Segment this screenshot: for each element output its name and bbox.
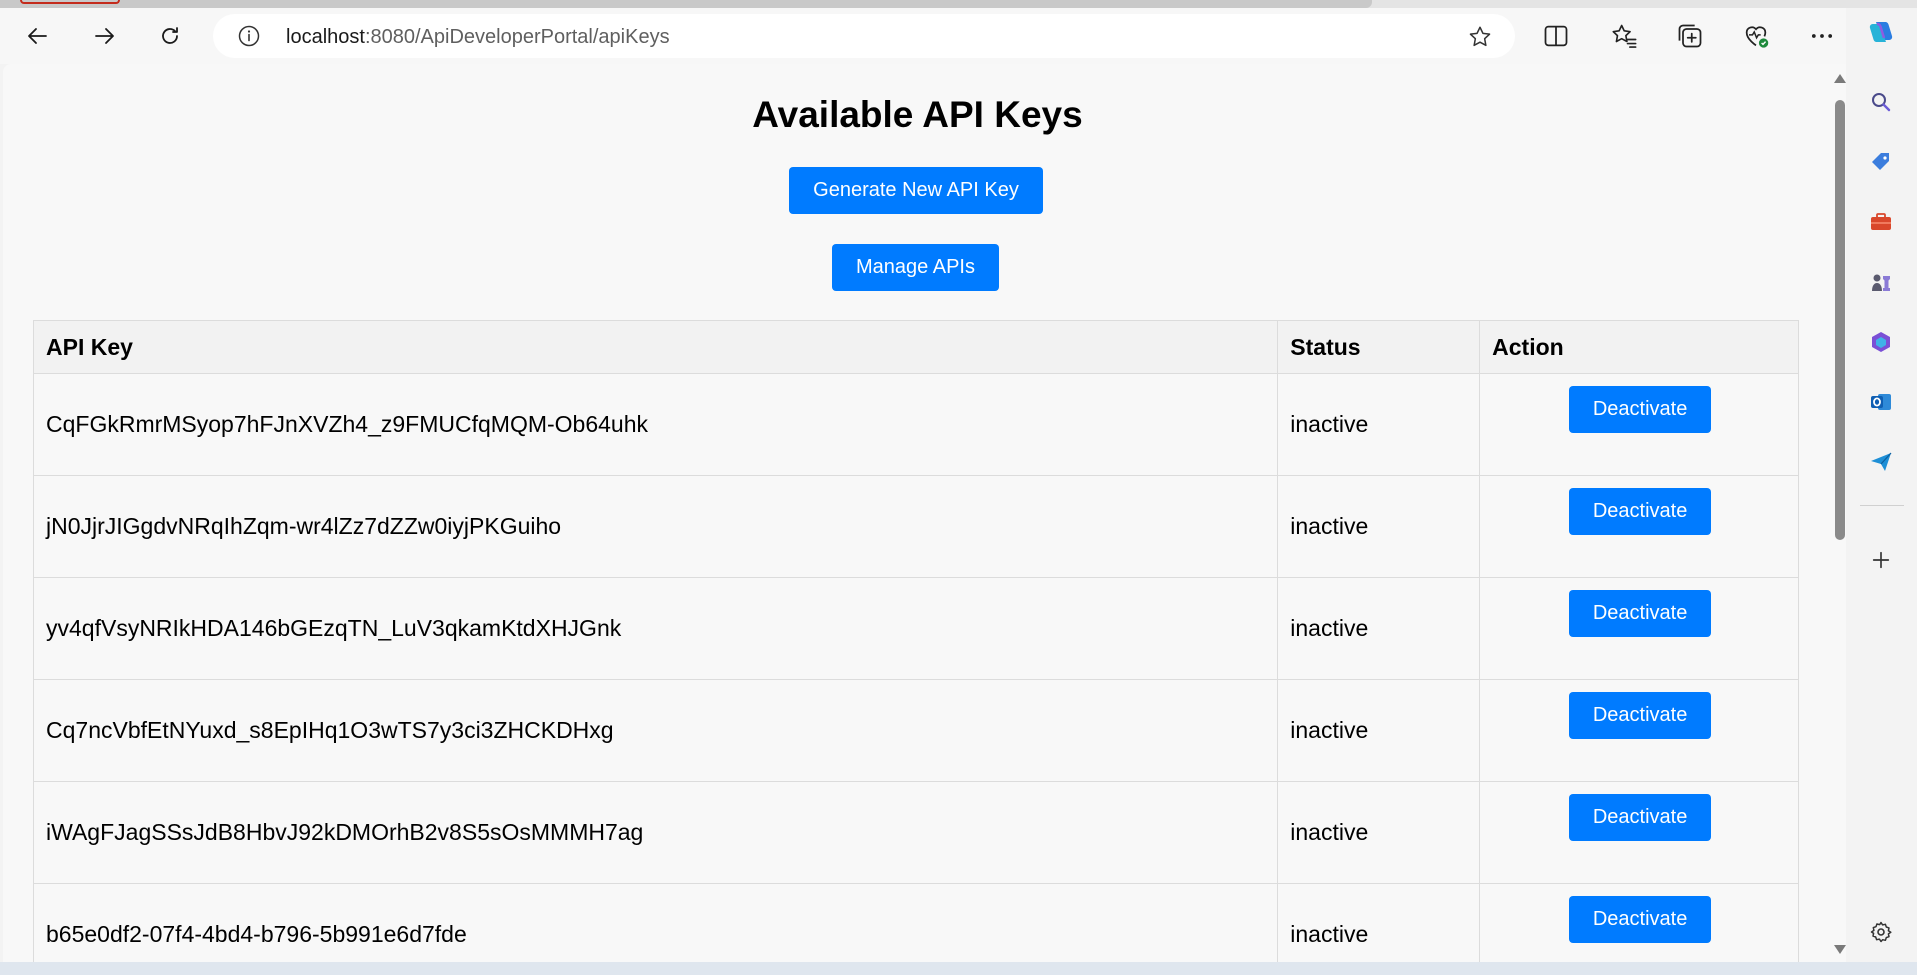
status-cell: inactive — [1277, 577, 1481, 680]
copilot-icon — [1869, 22, 1893, 42]
favorites-icon[interactable] — [1610, 22, 1638, 50]
copilot-button[interactable] — [1867, 18, 1895, 46]
back-arrow-icon — [28, 28, 47, 44]
deactivate-button[interactable]: Deactivate — [1569, 386, 1712, 433]
plus-icon — [1872, 551, 1890, 569]
api-key-cell: b65e0df2-07f4-4bd4-b796-5b991e6d7fde — [32, 883, 1279, 962]
os-taskbar — [0, 962, 1917, 975]
column-header-action: Action — [1479, 320, 1799, 374]
sidebar-tools-button[interactable] — [1867, 208, 1895, 236]
api-key-cell: yv4qfVsyNRIkHDA146bGEzqTN_LuV3qkamKtdXHJ… — [32, 577, 1279, 680]
vertical-scrollbar[interactable] — [1832, 64, 1846, 962]
sidebar-add-button[interactable] — [1867, 546, 1895, 574]
sidebar-shopping-button[interactable] — [1867, 148, 1895, 176]
outlook-icon — [1871, 394, 1891, 410]
deactivate-button[interactable]: Deactivate — [1569, 794, 1712, 841]
site-info-icon[interactable] — [237, 24, 261, 48]
api-key-cell: Cq7ncVbfEtNYuxd_s8EpIHq1O3wTS7y3ci3ZHCKD… — [32, 679, 1279, 782]
api-key-cell: jN0JjrJIGgdvNRqIhZqm-wr4lZz7dZZw0iyjPKGu… — [32, 475, 1279, 578]
table-row: CqFGkRmrMSyop7hFJnXVZh4_z9FMUCfqMQM-Ob64… — [32, 373, 1799, 476]
status-cell: inactive — [1277, 679, 1481, 782]
api-key-cell: iWAgFJagSSsJdB8HbvJ92kDMOrhB2v8S5sOsMMMH… — [32, 781, 1279, 884]
browser-toolbar: localhost:8080/ApiDeveloperPortal/apiKey… — [0, 8, 1917, 64]
active-tab[interactable] — [0, 0, 1372, 8]
sidebar-send-button[interactable] — [1867, 448, 1895, 476]
table-row: b65e0df2-07f4-4bd4-b796-5b991e6d7fde ina… — [32, 883, 1799, 962]
search-icon — [1872, 93, 1891, 112]
status-cell: inactive — [1277, 475, 1481, 578]
url-text[interactable]: localhost:8080/ApiDeveloperPortal/apiKey… — [286, 26, 670, 49]
split-screen-icon[interactable] — [1542, 22, 1570, 50]
edge-sidebar — [1846, 8, 1917, 962]
scroll-up-arrow-icon[interactable] — [1834, 74, 1846, 83]
tab-strip — [0, 0, 1917, 8]
table-header-row: API Key Status Action — [32, 320, 1799, 374]
refresh-button[interactable] — [152, 18, 188, 54]
deactivate-button[interactable]: Deactivate — [1569, 692, 1712, 739]
page-viewport: Available API Keys Generate New API Key … — [3, 64, 1832, 962]
scrollbar-thumb[interactable] — [1835, 100, 1845, 540]
forward-button[interactable] — [86, 18, 122, 54]
favorite-star-icon[interactable] — [1467, 24, 1493, 50]
status-cell: inactive — [1277, 883, 1481, 962]
more-options-icon[interactable] — [1808, 22, 1836, 50]
shopping-tag-icon — [1872, 153, 1889, 170]
deactivate-button[interactable]: Deactivate — [1569, 896, 1712, 943]
table-row: yv4qfVsyNRIkHDA146bGEzqTN_LuV3qkamKtdXHJ… — [32, 577, 1799, 680]
sidebar-games-button[interactable] — [1867, 268, 1895, 296]
scroll-down-arrow-icon[interactable] — [1834, 945, 1846, 954]
collections-icon[interactable] — [1676, 22, 1704, 50]
status-cell: inactive — [1277, 373, 1481, 476]
send-plane-icon — [1871, 452, 1892, 471]
url-host: localhost — [286, 26, 365, 48]
api-keys-table: API Key Status Action CqFGkRmrMSyop7hFJn… — [32, 320, 1799, 962]
generate-api-key-button[interactable]: Generate New API Key — [789, 167, 1043, 214]
column-header-status: Status — [1277, 320, 1481, 374]
sidebar-search-button[interactable] — [1867, 88, 1895, 116]
action-cell: Deactivate — [1479, 475, 1799, 578]
deactivate-button[interactable]: Deactivate — [1569, 590, 1712, 637]
action-cell: Deactivate — [1479, 577, 1799, 680]
tab-group-indicator[interactable] — [20, 0, 120, 4]
action-cell: Deactivate — [1479, 373, 1799, 476]
back-button[interactable] — [20, 18, 56, 54]
page-title: Available API Keys — [752, 94, 1083, 135]
url-path: :8080/ApiDeveloperPortal/apiKeys — [364, 26, 670, 48]
address-bar[interactable]: localhost:8080/ApiDeveloperPortal/apiKey… — [213, 14, 1515, 58]
action-cell: Deactivate — [1479, 883, 1799, 962]
sidebar-settings-button[interactable] — [1867, 918, 1895, 946]
action-cell: Deactivate — [1479, 679, 1799, 782]
table-row: Cq7ncVbfEtNYuxd_s8EpIHq1O3wTS7y3ci3ZHCKD… — [32, 679, 1799, 782]
microsoft-365-icon — [1872, 332, 1890, 352]
forward-arrow-icon — [95, 28, 114, 44]
action-cell: Deactivate — [1479, 781, 1799, 884]
sidebar-m365-button[interactable] — [1867, 328, 1895, 356]
sidebar-outlook-button[interactable] — [1867, 388, 1895, 416]
browser-essentials-icon[interactable] — [1742, 22, 1770, 50]
column-header-api-key: API Key — [32, 320, 1279, 374]
table-row: jN0JjrJIGgdvNRqIhZqm-wr4lZz7dZZw0iyjPKGu… — [32, 475, 1799, 578]
refresh-icon — [162, 27, 178, 44]
table-row: iWAgFJagSSsJdB8HbvJ92kDMOrhB2v8S5sOsMMMH… — [32, 781, 1799, 884]
manage-apis-button[interactable]: Manage APIs — [832, 244, 999, 291]
status-cell: inactive — [1277, 781, 1481, 884]
gear-icon — [1870, 921, 1892, 943]
chess-pieces-icon — [1872, 274, 1890, 291]
sidebar-divider — [1860, 505, 1904, 506]
deactivate-button[interactable]: Deactivate — [1569, 488, 1712, 535]
api-key-cell: CqFGkRmrMSyop7hFJnXVZh4_z9FMUCfqMQM-Ob64… — [32, 373, 1279, 476]
toolbox-icon — [1871, 213, 1891, 230]
